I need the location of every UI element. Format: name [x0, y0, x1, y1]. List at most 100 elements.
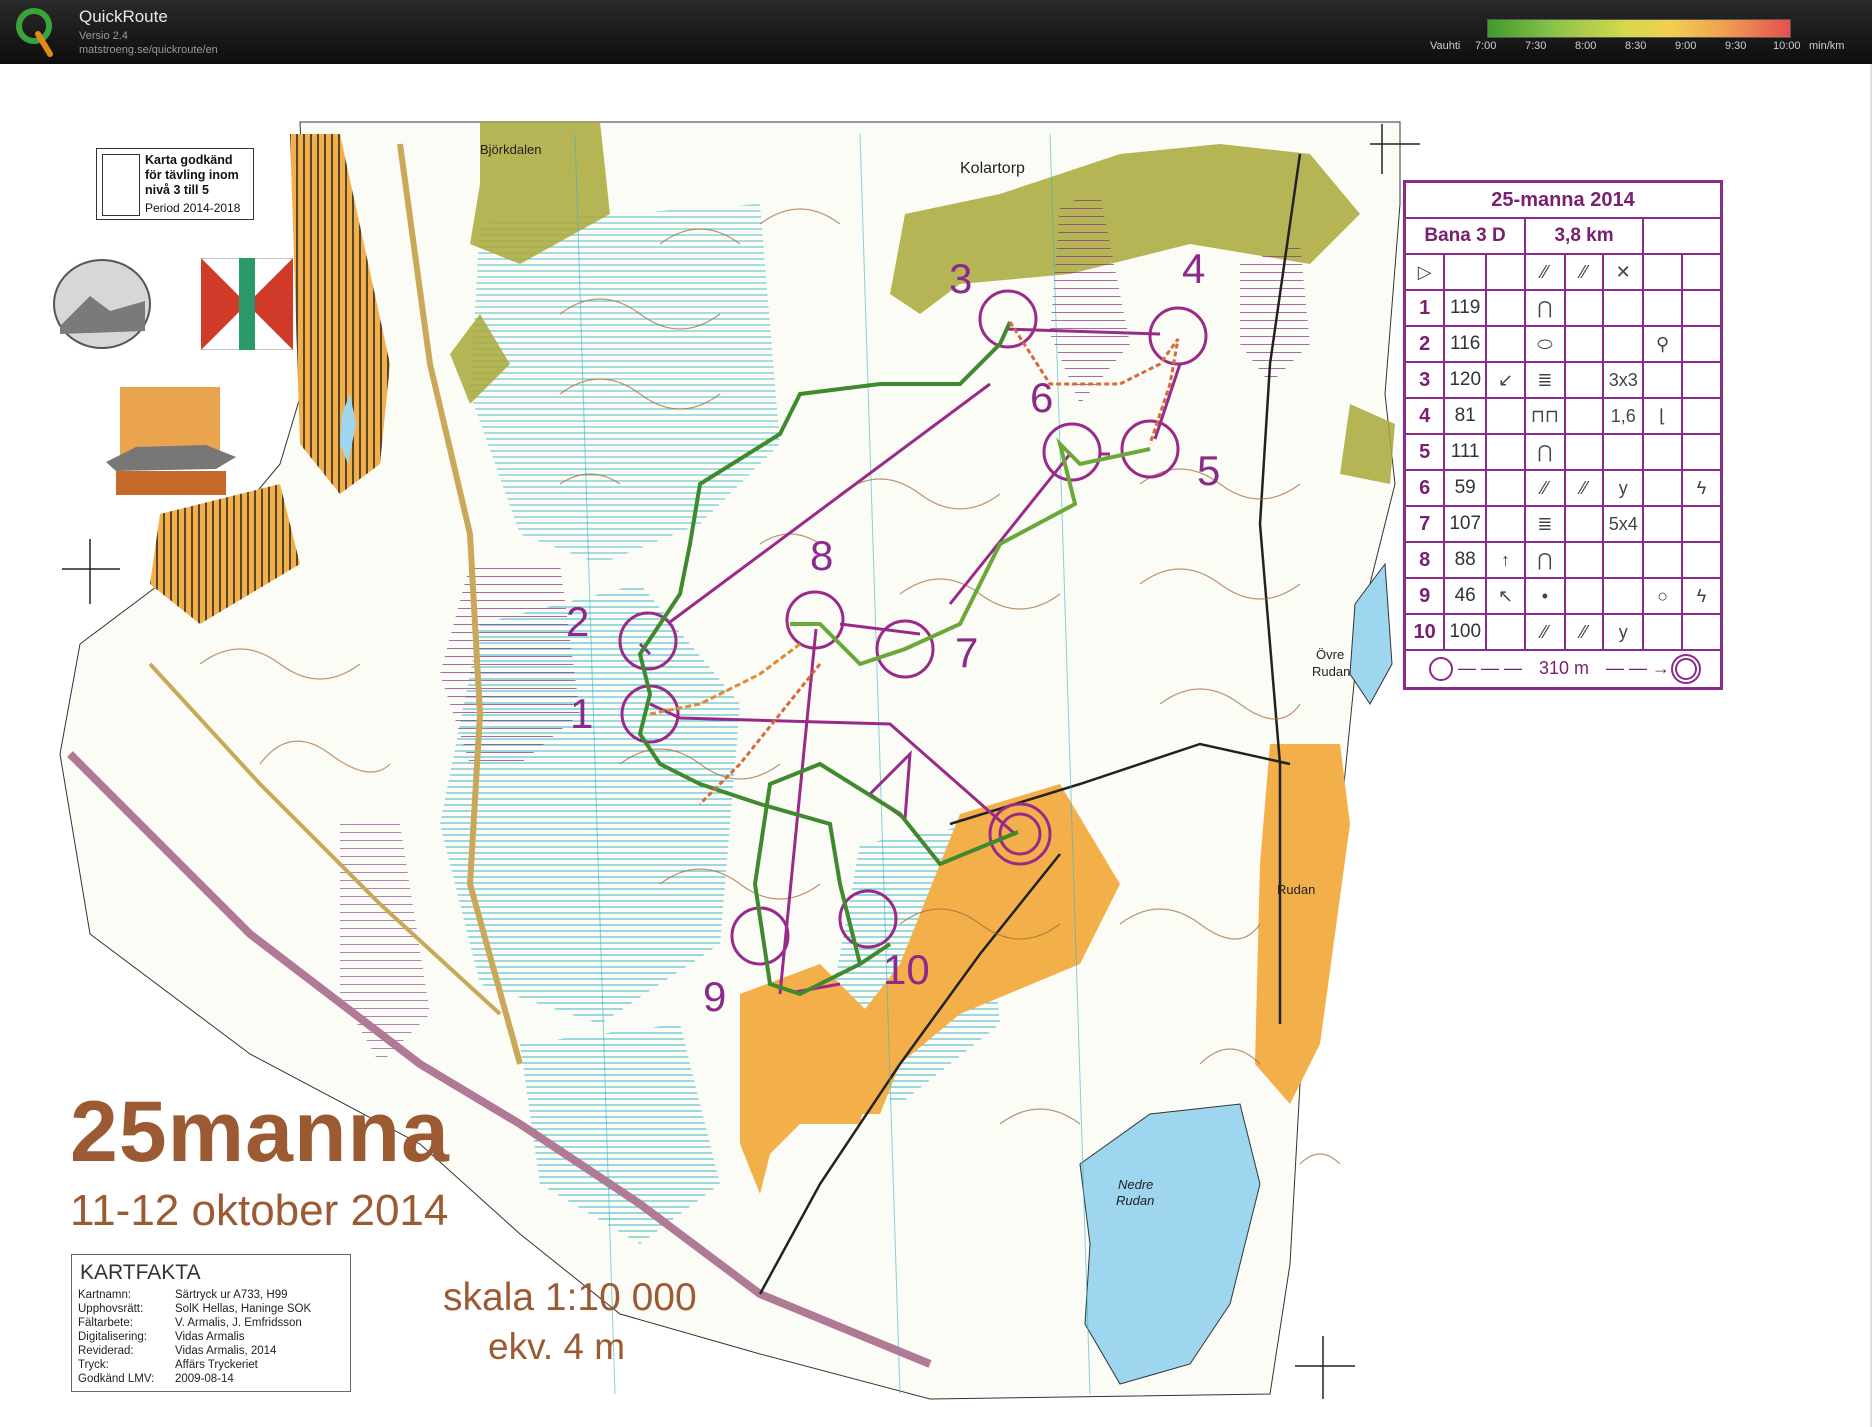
control-num-cell: 5	[1403, 433, 1446, 471]
place-name: Björkdalen	[480, 142, 542, 157]
control-d-cell: ≣	[1524, 505, 1566, 543]
header-symbol: ⁄⁄	[1524, 253, 1566, 291]
kartfakta-row: Reviderad: Vidas Armalis, 2014	[78, 1345, 276, 1357]
kartfakta-heading: KARTFAKTA	[80, 1261, 201, 1284]
control-h-cell	[1681, 433, 1723, 471]
blank-cell	[1485, 253, 1527, 291]
quickroute-header-bar: QuickRoute Versio 2.4 matstroeng.se/quic…	[0, 0, 1872, 64]
app-url[interactable]: matstroeng.se/quickroute/en	[79, 44, 218, 56]
control-d-cell: ≣	[1524, 361, 1566, 399]
event-title: 25manna	[70, 1084, 450, 1180]
control-e-cell	[1563, 433, 1605, 471]
blank-cell	[1681, 253, 1723, 291]
control-h-cell	[1681, 613, 1723, 651]
kartfakta-key: Kartnamn:	[78, 1289, 132, 1301]
quickroute-q-icon	[16, 8, 53, 57]
control-row: 10 100 ⁄⁄ ⁄⁄ y	[1403, 613, 1723, 651]
control-number: 3	[949, 255, 973, 302]
approval-text: Karta godkänd för tävling inom nivå 3 ti…	[145, 153, 239, 198]
control-row: 1 119 ⋂	[1403, 289, 1723, 327]
control-f-cell: 3x3	[1602, 361, 1645, 399]
kartfakta-value: 2009-08-14	[175, 1373, 234, 1385]
control-f-cell	[1602, 577, 1645, 615]
control-code-cell: 119	[1443, 289, 1488, 327]
control-code-cell: 59	[1443, 469, 1488, 507]
control-f-cell	[1602, 541, 1645, 579]
control-number: 1	[570, 690, 594, 737]
map-approval-box: Karta godkänd för tävling inom nivå 3 ti…	[96, 148, 254, 220]
place-name: Rudan	[1312, 664, 1351, 679]
kartfakta-key: Upphovsrätt:	[78, 1303, 144, 1315]
control-num-cell: 4	[1403, 397, 1446, 435]
approval-line: för tävling inom	[145, 168, 239, 182]
finish-double-circle-icon	[1671, 654, 1702, 684]
place-name: Kolartorp	[960, 160, 1025, 177]
control-number: 8	[810, 532, 834, 579]
control-row: 3 120 ↙ ≣ 3x3	[1403, 361, 1723, 399]
blank-cell	[1443, 253, 1488, 291]
control-d-cell: ⋂	[1524, 433, 1566, 471]
kartfakta-key: Tryck:	[78, 1359, 109, 1371]
kartfakta-row: Kartnamn: Särtryck ur A733, H99	[78, 1289, 288, 1301]
pace-unit: min/km	[1809, 40, 1845, 52]
control-f-cell	[1602, 433, 1645, 471]
control-c-cell	[1485, 397, 1527, 435]
approval-line: nivå 3 till 5	[145, 183, 209, 197]
kartfakta-key: Godkänd LMV:	[78, 1373, 155, 1385]
control-c-cell: ↑	[1485, 541, 1527, 579]
control-g-cell: ⌊	[1642, 397, 1684, 435]
control-code-cell: 100	[1443, 613, 1488, 651]
control-h-cell	[1681, 505, 1723, 543]
control-num-cell: 6	[1403, 469, 1446, 507]
control-d-cell: ⋂	[1524, 289, 1566, 327]
control-h-cell	[1681, 325, 1723, 363]
finish-circle-icon	[1428, 657, 1453, 681]
approval-line: Karta godkänd	[145, 153, 233, 167]
pace-tick: 9:00	[1675, 40, 1697, 52]
control-g-cell	[1642, 469, 1684, 507]
kartfakta-value: V. Armalis, J. Emfridsson	[175, 1317, 302, 1329]
control-code-cell: 81	[1443, 397, 1488, 435]
finish-dash-icon: — — —	[1457, 657, 1522, 678]
control-number: 7	[955, 629, 979, 676]
control-row: 5 111 ⋂	[1403, 433, 1723, 471]
control-g-cell	[1642, 361, 1684, 399]
finish-row: — — — 310 m — — →	[1403, 649, 1723, 690]
control-f-cell: 1,6	[1602, 397, 1645, 435]
place-name: Rudan	[1277, 882, 1316, 897]
control-f-cell: y	[1602, 469, 1645, 507]
control-f-cell	[1602, 325, 1645, 363]
kartfakta-key: Digitalisering:	[78, 1331, 148, 1343]
kartfakta-value: Vidas Armalis, 2014	[175, 1345, 277, 1357]
control-num-cell: 2	[1403, 325, 1446, 363]
place-name: Nedre	[1118, 1177, 1154, 1192]
control-c-cell	[1485, 613, 1527, 651]
control-num-cell: 8	[1403, 541, 1446, 579]
kartfakta-value: SolK Hellas, Haninge SOK	[175, 1303, 312, 1315]
control-g-cell	[1642, 541, 1684, 579]
control-h-cell	[1681, 541, 1723, 579]
control-code-cell: 107	[1443, 505, 1488, 543]
control-h-cell: ϟ	[1681, 469, 1723, 507]
control-code-cell: 116	[1443, 325, 1488, 363]
course-title: 25-manna 2014	[1403, 180, 1723, 219]
control-d-cell: ⁄⁄	[1524, 469, 1566, 507]
map-scale: skala 1:10 000	[443, 1276, 697, 1319]
crossing-symbol-icon: ✕	[1602, 253, 1645, 291]
blank-cell	[1642, 253, 1684, 291]
control-e-cell: ⁄⁄	[1563, 613, 1605, 651]
control-g-cell: ⚲	[1642, 325, 1684, 363]
pace-tick: 7:30	[1525, 40, 1547, 52]
open-land-area	[1255, 744, 1350, 1104]
control-e-cell	[1563, 577, 1605, 615]
kartfakta-value: Affärs Tryckeriet	[175, 1359, 258, 1371]
kartfakta-key: Reviderad:	[78, 1345, 134, 1357]
app-title: QuickRoute	[79, 7, 168, 26]
pace-tick: 9:30	[1725, 40, 1747, 52]
control-e-cell	[1563, 541, 1605, 579]
control-e-cell: ⁄⁄	[1563, 469, 1605, 507]
course-name: Bana 3 D	[1403, 217, 1527, 255]
event-dates: 11-12 oktober 2014	[70, 1186, 449, 1235]
place-name: Övre	[1316, 647, 1345, 662]
control-d-cell: ⁄⁄	[1524, 613, 1566, 651]
